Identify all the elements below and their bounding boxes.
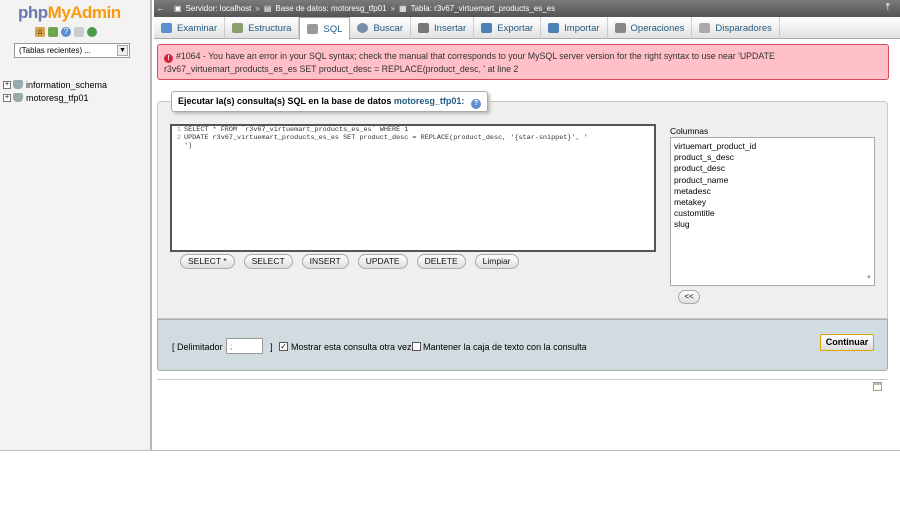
tab-estructura[interactable]: Estructura xyxy=(225,17,300,39)
query-options-bar: [ Delimitador ] ✓ Mostrar esta consulta … xyxy=(157,319,888,371)
tab-insertar[interactable]: Insertar xyxy=(411,17,475,39)
structure-icon xyxy=(232,23,244,33)
keep-textbox-label[interactable]: Mantener la caja de texto con la consult… xyxy=(423,342,587,352)
triggers-icon xyxy=(699,23,711,33)
tab-sql[interactable]: SQL xyxy=(299,17,351,40)
breadcrumb-table[interactable]: Tabla: r3v67_virtuemart_products_es_es xyxy=(411,4,556,13)
query-template-buttons: SELECT * SELECT INSERT UPDATE DELETE Lim… xyxy=(180,254,519,269)
breadcrumb-database[interactable]: Base de datos: motoresg_tfp01 xyxy=(275,4,386,13)
query-legend: Ejecutar la(s) consulta(s) SQL en la bas… xyxy=(171,91,488,112)
clear-button[interactable]: Limpiar xyxy=(474,254,519,269)
reload-icon[interactable] xyxy=(87,27,97,37)
help-icon[interactable]: ? xyxy=(61,27,71,37)
column-option[interactable]: product_s_desc xyxy=(674,152,871,163)
error-icon: ! xyxy=(164,54,173,63)
import-icon xyxy=(548,23,560,33)
delimiter-input[interactable] xyxy=(226,338,263,354)
chevron-down-icon: ▼ xyxy=(117,45,128,56)
continue-button[interactable]: Continuar xyxy=(820,334,874,351)
table-icon: ▦ xyxy=(399,4,407,13)
insert-button[interactable]: INSERT xyxy=(301,254,349,269)
delete-button[interactable]: DELETE xyxy=(416,254,466,269)
columns-list[interactable]: virtuemart_product_id product_s_desc pro… xyxy=(670,137,875,286)
error-line-1: #1064 - You have an error in your SQL sy… xyxy=(176,51,775,61)
wrench-icon xyxy=(614,23,626,33)
columns-scrollbar[interactable]: ▼ xyxy=(864,138,874,285)
columns-label: Columnas xyxy=(670,126,709,136)
error-line-2: r3v67_virtuemart_products_es_es SET prod… xyxy=(164,64,519,74)
navigation-sidebar: phpMyAdmin ⌂ ? (Tablas recientes) ... ▼ … xyxy=(0,0,152,451)
select-button[interactable]: SELECT xyxy=(243,254,293,269)
show-query-label[interactable]: Mostrar esta consulta otra vez xyxy=(291,342,412,352)
select-all-button[interactable]: SELECT * xyxy=(180,254,235,269)
db-item-information-schema[interactable]: + information_schema xyxy=(3,78,107,91)
update-button[interactable]: UPDATE xyxy=(357,254,408,269)
database-icon xyxy=(13,93,23,102)
database-tree: + information_schema + motoresg_tfp01 xyxy=(3,78,107,104)
app-frame: phpMyAdmin ⌂ ? (Tablas recientes) ... ▼ … xyxy=(0,0,900,451)
home-icon[interactable]: ⌂ xyxy=(35,27,45,37)
scroll-up-icon[interactable]: ⤒ xyxy=(886,2,890,13)
tab-buscar[interactable]: Buscar xyxy=(350,17,412,39)
window-bottom-edge xyxy=(0,450,900,451)
delimiter-label: [ Delimitador xyxy=(172,342,223,352)
column-option[interactable]: metakey xyxy=(674,197,871,208)
help-icon[interactable]: ? xyxy=(470,99,481,109)
server-icon: ▣ xyxy=(174,4,182,13)
editor-line: 1 SELECT * FROM `r3v67_virtuemart_produc… xyxy=(176,126,409,134)
expand-icon[interactable]: + xyxy=(3,80,11,89)
column-option[interactable]: product_desc xyxy=(674,163,871,174)
collapse-arrow-icon[interactable]: ← xyxy=(156,3,165,13)
phpmyadmin-logo[interactable]: phpMyAdmin xyxy=(18,3,121,23)
browse-icon xyxy=(161,23,172,33)
divider xyxy=(157,379,888,380)
search-icon xyxy=(357,23,369,33)
tab-bar: Examinar Estructura SQL Buscar Insertar … xyxy=(154,17,900,40)
breadcrumb: ▣ Servidor: localhost » ▤ Base de datos:… xyxy=(174,4,556,13)
editor-line: 2 UPDATE r3v67_virtuemart_products_es_es… xyxy=(176,134,588,142)
database-icon xyxy=(13,80,23,89)
sidebar-icon-bar: ⌂ ? xyxy=(35,27,97,37)
tab-importar[interactable]: Importar xyxy=(541,17,608,39)
sql-editor[interactable]: 1 SELECT * FROM `r3v67_virtuemart_produc… xyxy=(170,124,656,252)
tab-operaciones[interactable]: Operaciones xyxy=(608,17,693,39)
error-message: ! #1064 - You have an error in your SQL s… xyxy=(157,44,889,80)
column-option[interactable]: product_name xyxy=(674,175,871,186)
breadcrumb-bar: ← ▣ Servidor: localhost » ▤ Base de dato… xyxy=(154,0,900,17)
recent-tables-select[interactable]: (Tablas recientes) ... ▼ xyxy=(14,43,130,58)
tab-exportar[interactable]: Exportar xyxy=(474,17,542,39)
expand-icon[interactable]: + xyxy=(3,93,11,102)
insert-column-button[interactable]: << xyxy=(678,290,700,304)
docs-icon[interactable] xyxy=(74,27,84,37)
column-option[interactable]: virtuemart_product_id xyxy=(674,141,871,152)
exit-icon[interactable] xyxy=(48,27,58,37)
insert-icon xyxy=(418,23,430,33)
legend-db-name: motoresg_tfp01: xyxy=(393,96,465,106)
breadcrumb-server[interactable]: Servidor: localhost xyxy=(186,4,252,13)
sql-icon xyxy=(307,24,319,34)
show-query-checkbox[interactable]: ✓ xyxy=(279,342,288,351)
column-option[interactable]: customtitle xyxy=(674,208,871,219)
tab-examinar[interactable]: Examinar xyxy=(154,17,226,39)
db-item-motoresg-tfp01[interactable]: + motoresg_tfp01 xyxy=(3,91,107,104)
column-option[interactable]: slug xyxy=(674,219,871,230)
chevron-down-icon[interactable]: ▼ xyxy=(866,273,872,284)
export-icon xyxy=(481,23,493,33)
editor-line: ') xyxy=(184,142,193,150)
database-icon: ▤ xyxy=(263,4,272,13)
console-icon[interactable] xyxy=(873,382,882,391)
keep-textbox-checkbox[interactable] xyxy=(412,342,421,351)
tab-disparadores[interactable]: Disparadores xyxy=(692,17,780,39)
column-option[interactable]: metadesc xyxy=(674,186,871,197)
delimiter-close: ] xyxy=(270,342,273,352)
